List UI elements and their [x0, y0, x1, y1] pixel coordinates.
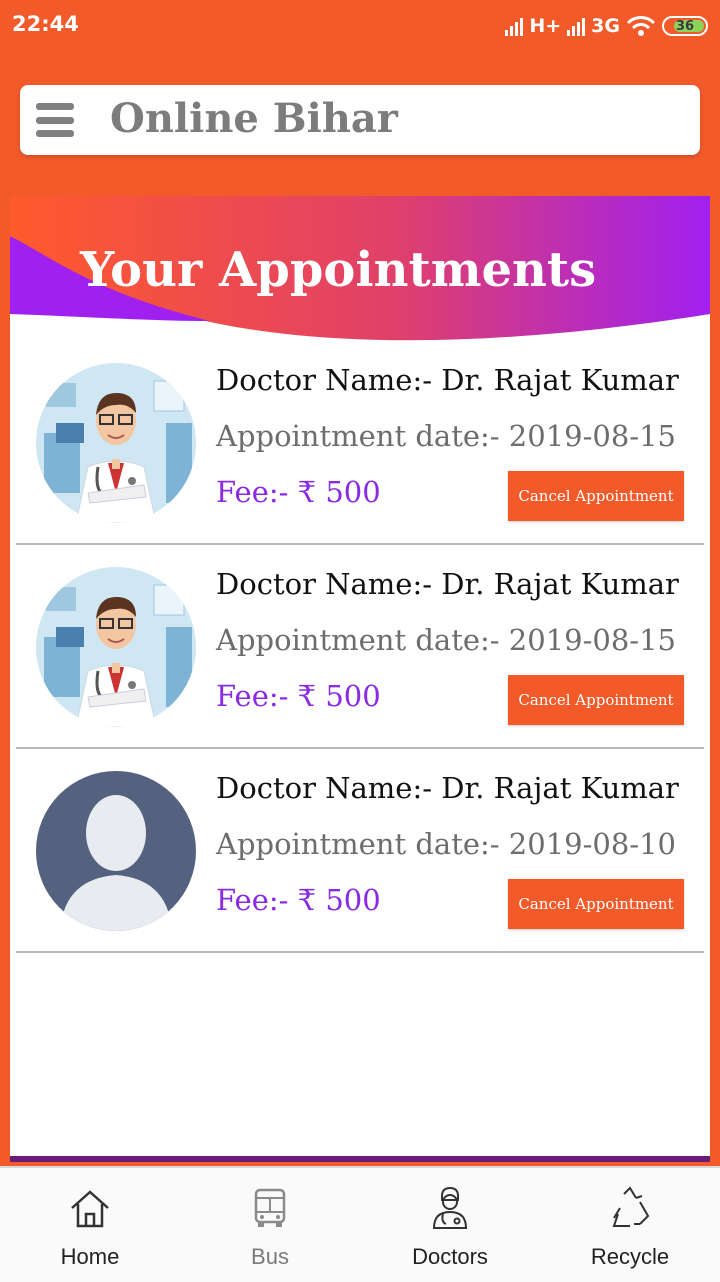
status-icons: H+ 3G 36	[505, 12, 708, 40]
recycle-icon	[612, 1186, 650, 1227]
appointment-card: Doctor Name:- Dr. Rajat Kumar Appointmen…	[16, 749, 704, 953]
doctor-name: Doctor Name:- Dr. Rajat Kumar	[216, 771, 679, 805]
bottom-navigation: Home Bus Doctors Recycle	[0, 1166, 720, 1282]
appointment-card: Doctor Name:- Dr. Rajat Kumar Appointmen…	[16, 341, 704, 545]
doctor-avatar	[36, 567, 196, 727]
signal-icon-2	[567, 16, 586, 36]
app-title: Online Bihar	[110, 95, 398, 142]
appointment-fee: Fee:- ₹ 500	[216, 475, 381, 509]
appointment-fee: Fee:- ₹ 500	[216, 883, 381, 917]
bus-icon	[254, 1188, 286, 1227]
appointment-date: Appointment date:- 2019-08-15	[216, 419, 677, 453]
nav-bus[interactable]: Bus	[180, 1168, 360, 1282]
appointments-panel: Your Appointments Doctor Name:- Dr. Raja…	[10, 196, 710, 1162]
nav-home[interactable]: Home	[0, 1168, 180, 1282]
home-icon	[71, 1190, 109, 1228]
network-type-1: H+	[529, 15, 562, 37]
default-user-avatar	[36, 771, 196, 931]
doctor-avatar	[36, 363, 196, 523]
status-bar: 22:44 H+ 3G 36	[0, 0, 720, 52]
page-heading: Your Appointments	[80, 242, 597, 298]
cancel-appointment-button[interactable]: Cancel Appointment	[508, 675, 684, 725]
nav-recycle-label: Recycle	[590, 1244, 670, 1269]
nav-doctors[interactable]: Doctors	[360, 1168, 540, 1282]
doctor-name: Doctor Name:- Dr. Rajat Kumar	[216, 363, 679, 397]
doctor-icon	[432, 1186, 468, 1229]
battery-icon: 36	[662, 16, 708, 36]
nav-doctors-label: Doctors	[412, 1244, 488, 1269]
hamburger-menu-icon[interactable]	[36, 103, 74, 137]
cancel-appointment-button[interactable]: Cancel Appointment	[508, 879, 684, 929]
app-toolbar: Online Bihar	[20, 85, 700, 155]
nav-home-label: Home	[60, 1244, 120, 1269]
appointment-fee: Fee:- ₹ 500	[216, 679, 381, 713]
doctor-name: Doctor Name:- Dr. Rajat Kumar	[216, 567, 679, 601]
network-type-2: 3G	[591, 15, 620, 37]
battery-level: 36	[675, 18, 695, 34]
nav-recycle[interactable]: Recycle	[540, 1168, 720, 1282]
appointment-list: Doctor Name:- Dr. Rajat Kumar Appointmen…	[10, 341, 710, 1156]
wifi-icon	[626, 16, 656, 36]
appointment-date: Appointment date:- 2019-08-10	[216, 827, 677, 861]
cancel-appointment-button[interactable]: Cancel Appointment	[508, 471, 684, 521]
nav-bus-label: Bus	[251, 1244, 289, 1269]
appointment-card: Doctor Name:- Dr. Rajat Kumar Appointmen…	[16, 545, 704, 749]
signal-icon	[505, 16, 524, 36]
appointment-date: Appointment date:- 2019-08-15	[216, 623, 677, 657]
status-time: 22:44	[12, 12, 79, 36]
